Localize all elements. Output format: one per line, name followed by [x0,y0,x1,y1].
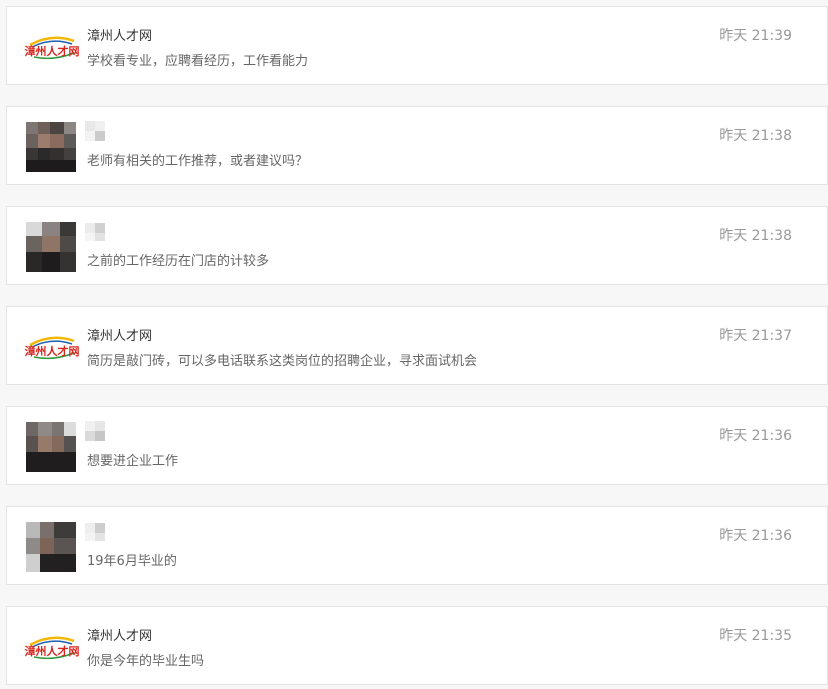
message-time: 昨天 21:38 [719,128,792,144]
message-time: 昨天 21:36 [719,528,792,544]
message-item[interactable]: 漳州人才网 漳州人才网 简历是敲门砖，可以多电话联系这类岗位的招聘企业，寻求面试… [6,306,828,385]
user-avatar[interactable] [26,522,76,572]
logo-text: 漳州人才网 [25,344,80,358]
message-list: 漳州人才网 漳州人才网 学校看专业，应聘看经历，工作看能力 昨天 21:39 老… [0,0,828,689]
message-item[interactable]: 之前的工作经历在门店的计较多 昨天 21:38 [6,206,828,285]
message-text: 之前的工作经历在门店的计较多 [87,254,270,269]
message-text: 老师有相关的工作推荐，或者建议吗？ [87,154,309,169]
sender-name: 漳州人才网 [87,329,153,344]
zhangzhou-rencai-logo: 漳州人才网 [25,336,80,360]
message-time: 昨天 21:35 [719,628,792,644]
user-avatar[interactable] [26,222,76,272]
sender-name: 漳州人才网 [87,629,153,644]
message-time: 昨天 21:38 [719,228,792,244]
sender-name-blur [85,421,105,441]
sender-name: 漳州人才网 [87,29,153,44]
message-time: 昨天 21:36 [719,428,792,444]
message-item[interactable]: 老师有相关的工作推荐，或者建议吗？ 昨天 21:38 [6,106,828,185]
message-item[interactable]: 漳州人才网 漳州人才网 你是今年的毕业生吗 昨天 21:35 [6,606,828,685]
sender-name-blur [85,523,105,541]
user-avatar[interactable] [26,122,76,172]
message-text: 学校看专业，应聘看经历，工作看能力 [87,54,309,69]
message-text: 简历是敲门砖，可以多电话联系这类岗位的招聘企业，寻求面试机会 [87,354,478,369]
zhangzhou-rencai-logo: 漳州人才网 [25,36,80,60]
message-text: 你是今年的毕业生吗 [87,654,205,669]
user-avatar[interactable] [26,422,76,472]
message-time: 昨天 21:37 [719,328,792,344]
sender-name-blur [85,121,105,141]
message-item[interactable]: 19年6月毕业的 昨天 21:36 [6,506,828,585]
logo-text: 漳州人才网 [25,44,80,58]
message-item[interactable]: 漳州人才网 漳州人才网 学校看专业，应聘看经历，工作看能力 昨天 21:39 [6,6,828,85]
message-text: 想要进企业工作 [87,454,179,469]
message-text: 19年6月毕业的 [87,554,177,569]
logo-text: 漳州人才网 [25,644,80,658]
sender-name-blur [85,223,105,241]
zhangzhou-rencai-logo: 漳州人才网 [25,636,80,660]
message-time: 昨天 21:39 [719,28,792,44]
message-item[interactable]: 想要进企业工作 昨天 21:36 [6,406,828,485]
